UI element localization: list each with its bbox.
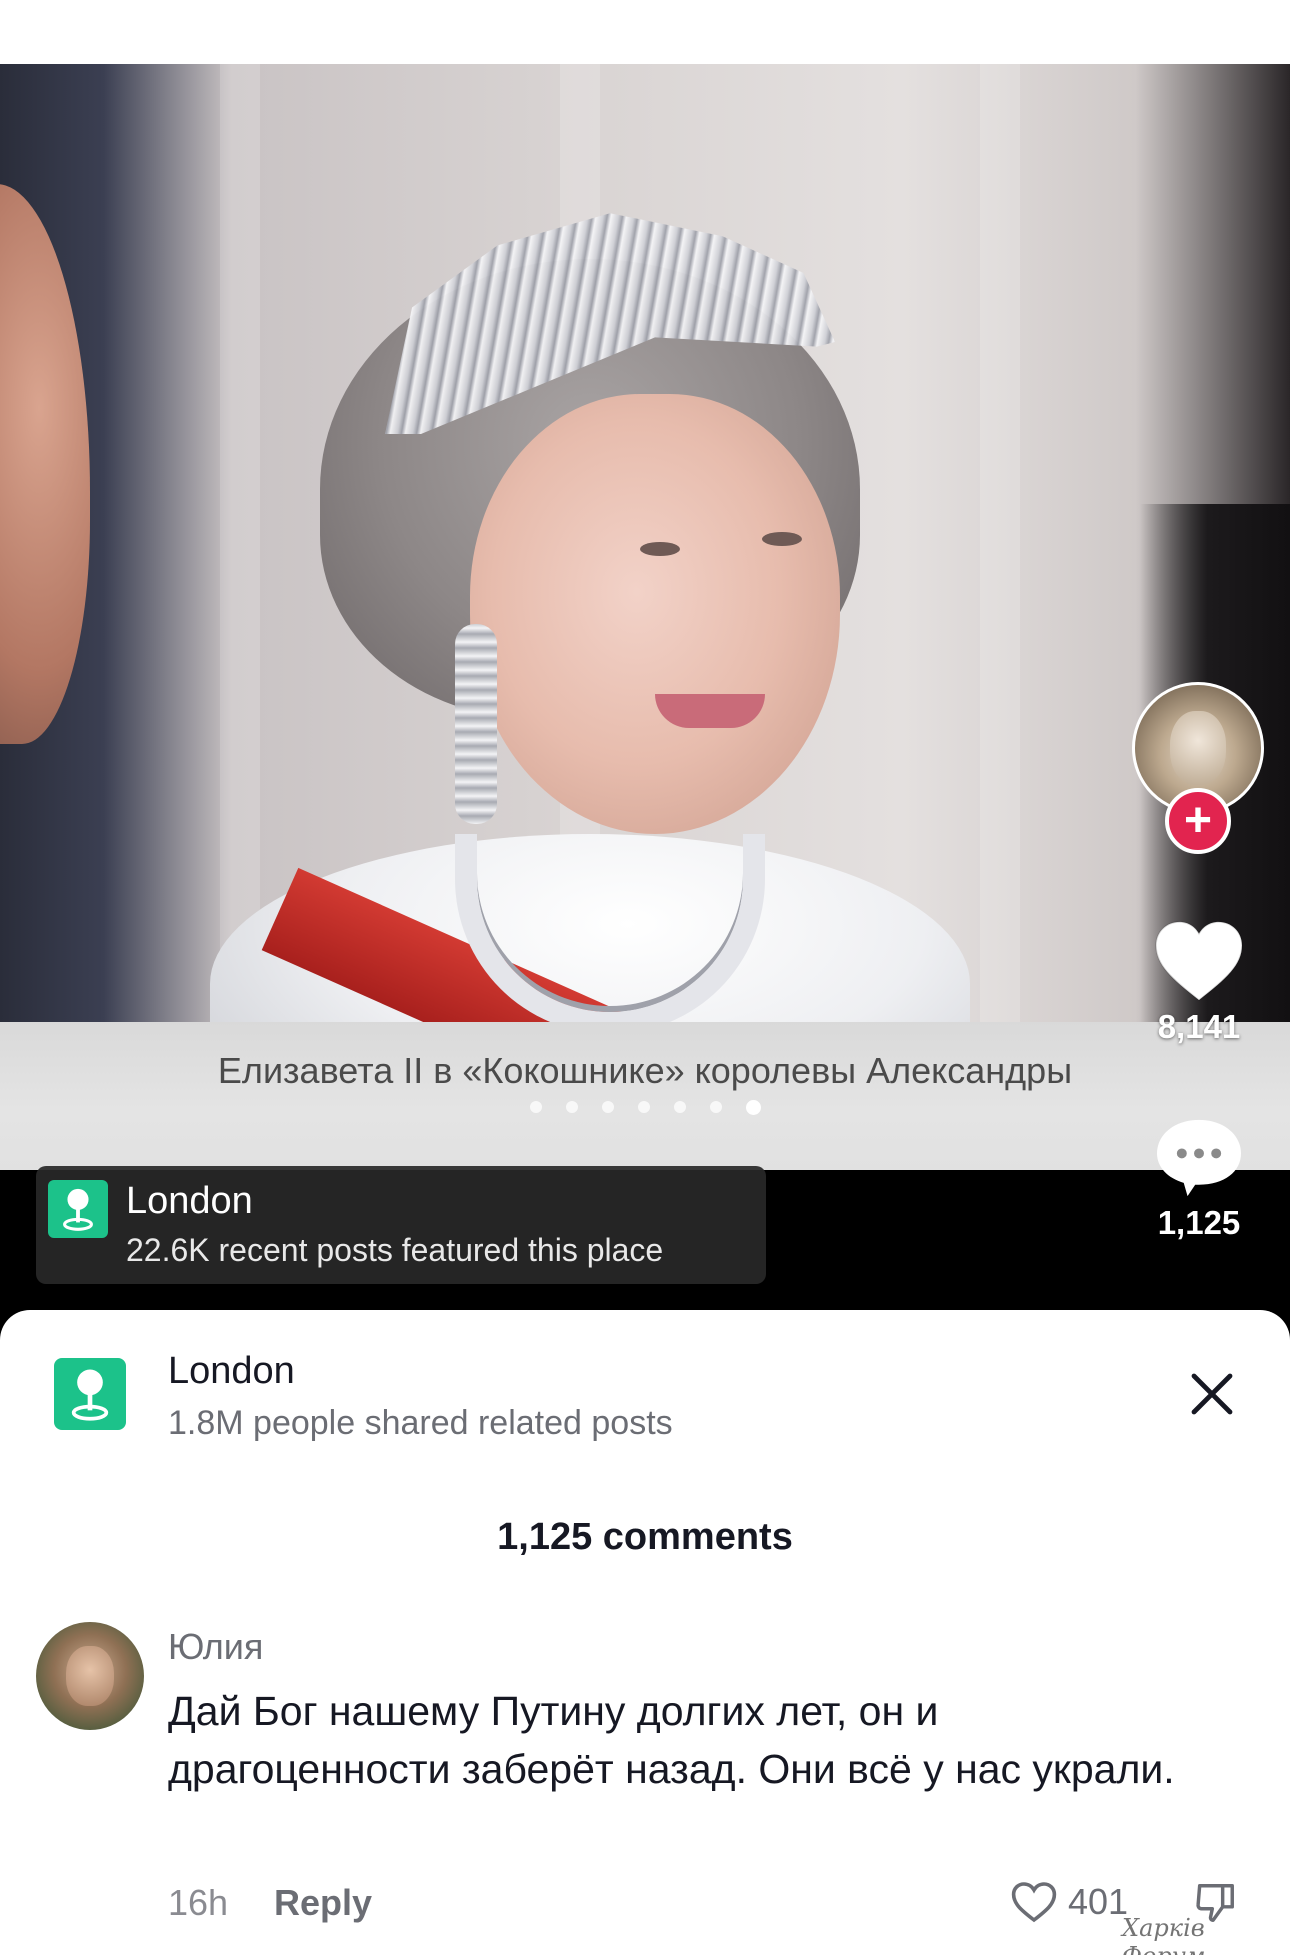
follow-button[interactable]: + <box>1165 788 1231 854</box>
photo-person-left <box>0 184 90 744</box>
carousel-dot[interactable] <box>746 1099 761 1115</box>
location-pill[interactable]: London 22.6K recent posts featured this … <box>36 1166 766 1284</box>
watermark: Харків Форум <box>1122 1914 1206 1955</box>
like-action[interactable]: 8,141 <box>1140 918 1258 1046</box>
comment-action[interactable]: 1,125 <box>1140 1116 1258 1242</box>
carousel-dot[interactable] <box>602 1101 614 1113</box>
comment-username[interactable]: Юлия <box>168 1626 263 1668</box>
comments-sheet: London 1.8M people shared related posts … <box>0 1310 1290 1955</box>
reply-button[interactable]: Reply <box>274 1882 372 1924</box>
carousel-dot[interactable] <box>566 1101 578 1113</box>
creator-avatar-group[interactable]: + <box>1132 682 1264 854</box>
post-caption: Елизавета II в «Кокошнике» королевы Алек… <box>217 1050 1073 1091</box>
plus-icon: + <box>1183 794 1213 847</box>
sheet-location-title[interactable]: London <box>168 1350 295 1393</box>
location-pin-icon <box>48 1180 108 1238</box>
carousel-dot[interactable] <box>638 1101 650 1113</box>
status-bar-area <box>0 0 1290 64</box>
like-count: 8,141 <box>1157 1008 1241 1045</box>
comment-count: 1,125 <box>1157 1204 1241 1241</box>
carousel-dots <box>530 1099 761 1115</box>
location-pill-subtitle: 22.6K recent posts featured this place <box>126 1232 664 1268</box>
close-icon[interactable] <box>1188 1370 1236 1418</box>
location-pin-icon[interactable] <box>54 1358 126 1430</box>
carousel-dot[interactable] <box>710 1101 722 1113</box>
photo-face <box>470 394 840 834</box>
heart-outline-icon[interactable] <box>1010 1880 1058 1924</box>
photo-eye <box>762 532 802 546</box>
comment-like-count: 401 <box>1068 1881 1129 1922</box>
photo-earring <box>455 624 497 824</box>
photo-eye <box>640 542 680 556</box>
comment-like-button[interactable]: 401 <box>1010 1880 1128 1924</box>
avatar-face <box>66 1646 114 1706</box>
comment-bubble-icon[interactable] <box>1153 1116 1245 1200</box>
heart-icon[interactable] <box>1151 918 1247 1004</box>
carousel-dot[interactable] <box>530 1101 542 1113</box>
sheet-location-subtitle: 1.8M people shared related posts <box>168 1404 673 1442</box>
comment-timestamp: 16h <box>168 1882 229 1923</box>
photo-smile <box>655 694 765 728</box>
comments-count-header: 1,125 comments <box>497 1516 793 1558</box>
location-pill-title: London <box>126 1180 253 1222</box>
carousel-dot[interactable] <box>674 1101 686 1113</box>
curtain-fold <box>980 64 1020 1024</box>
avatar-statue-bust <box>1170 711 1226 785</box>
caption-band <box>0 1022 1290 1170</box>
post-photo[interactable] <box>0 64 1290 1024</box>
avatar[interactable] <box>36 1622 144 1730</box>
curtain-fold <box>220 64 260 1024</box>
comment-text: Дай Бог нашему Путину долгих лет, он и д… <box>168 1688 1175 1792</box>
